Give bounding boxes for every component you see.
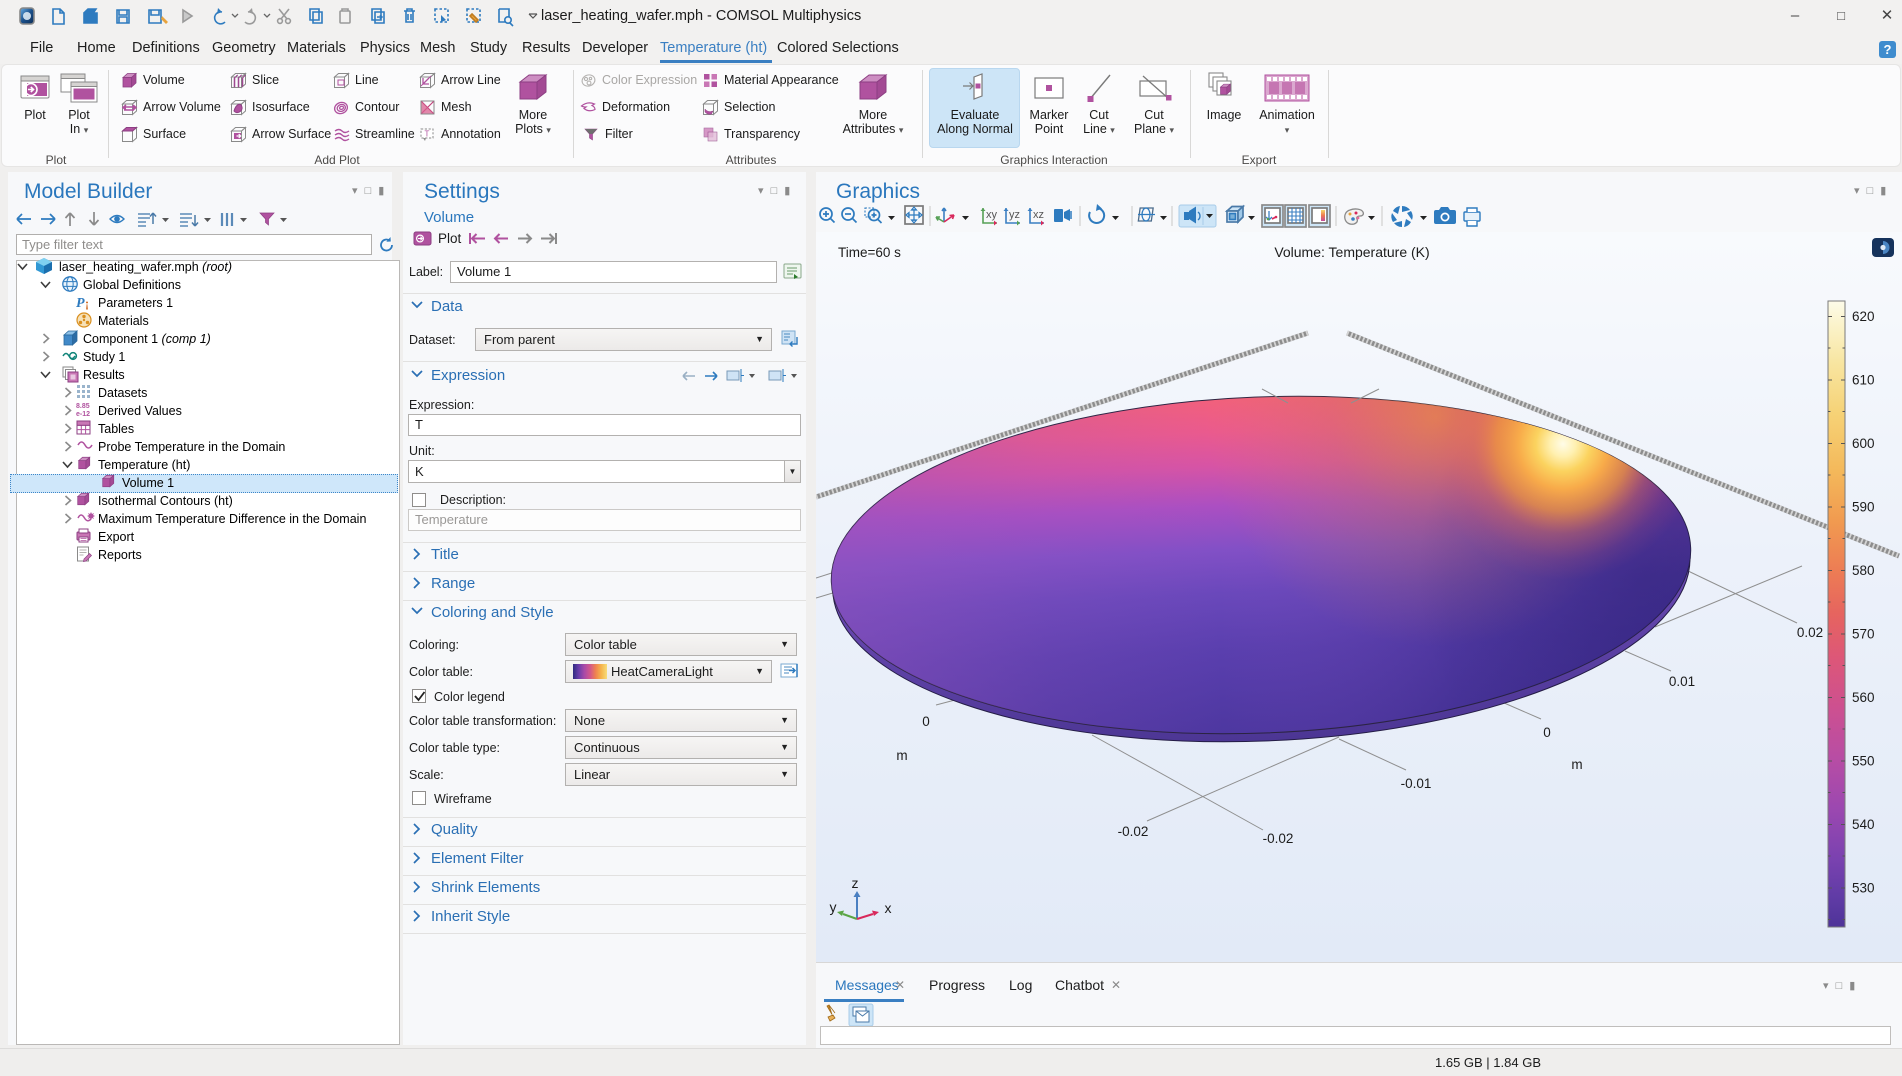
- svg-text:Volume 1: Volume 1: [122, 476, 174, 490]
- svg-text:Component 1 (comp 1): Component 1 (comp 1): [83, 332, 211, 346]
- svg-text:T: T: [425, 130, 430, 139]
- svg-text:-0.02: -0.02: [1118, 824, 1149, 839]
- svg-text:8.85: 8.85: [76, 403, 90, 410]
- svg-text:590: 590: [1852, 500, 1875, 515]
- svg-text:z: z: [852, 875, 859, 891]
- svg-text:0.01: 0.01: [1669, 674, 1695, 689]
- svg-text:-0.02: -0.02: [1263, 831, 1294, 846]
- svg-text:Maximum Temperature Difference: Maximum Temperature Difference in the Do…: [98, 512, 366, 526]
- svg-text:Results: Results: [83, 368, 125, 382]
- svg-text:Time=60 s: Time=60 s: [838, 245, 901, 260]
- svg-text:620: 620: [1852, 309, 1875, 324]
- svg-text:530: 530: [1852, 881, 1875, 896]
- svg-text:e-12: e-12: [76, 411, 90, 418]
- svg-text:yz: yz: [1009, 209, 1020, 221]
- svg-text:m: m: [896, 748, 907, 763]
- svg-text:0: 0: [922, 714, 930, 729]
- svg-text:Derived Values: Derived Values: [98, 404, 182, 418]
- svg-text:m: m: [1571, 757, 1582, 772]
- svg-text:Study 1: Study 1: [83, 350, 125, 364]
- svg-text:580: 580: [1852, 563, 1875, 578]
- svg-text:Global Definitions: Global Definitions: [83, 278, 181, 292]
- svg-text:540: 540: [1852, 817, 1875, 832]
- svg-text:0.02: 0.02: [1797, 625, 1823, 640]
- svg-text:610: 610: [1852, 373, 1875, 388]
- svg-text:Volume: Temperature (K): Volume: Temperature (K): [1274, 244, 1429, 260]
- svg-text:Export: Export: [98, 530, 135, 544]
- svg-text:570: 570: [1852, 627, 1875, 642]
- svg-text:Tables: Tables: [98, 422, 134, 436]
- svg-text:-0.01: -0.01: [1401, 776, 1432, 791]
- svg-text:Isothermal Contours (ht): Isothermal Contours (ht): [98, 494, 233, 508]
- svg-text:Parameters 1: Parameters 1: [98, 296, 173, 310]
- svg-text:y: y: [830, 899, 837, 915]
- svg-text:600: 600: [1852, 436, 1875, 451]
- svg-text:xy: xy: [986, 209, 998, 221]
- svg-text:560: 560: [1852, 690, 1875, 705]
- svg-text:x: x: [885, 900, 892, 916]
- svg-text:xz: xz: [1033, 209, 1044, 221]
- svg-text:Probe Temperature in the Domai: Probe Temperature in the Domain: [98, 440, 285, 454]
- svg-text:Reports: Reports: [98, 548, 142, 562]
- svg-text:Temperature (ht): Temperature (ht): [98, 458, 190, 472]
- svg-text:laser_heating_wafer.mph (root): laser_heating_wafer.mph (root): [59, 260, 232, 274]
- svg-text:0: 0: [1543, 725, 1551, 740]
- svg-text:P: P: [76, 296, 85, 311]
- svg-text:Plot: Plot: [438, 231, 462, 246]
- svg-text:550: 550: [1852, 754, 1875, 769]
- svg-text:Datasets: Datasets: [98, 386, 147, 400]
- svg-text:Materials: Materials: [98, 314, 149, 328]
- svg-text:¡: ¡: [85, 296, 89, 310]
